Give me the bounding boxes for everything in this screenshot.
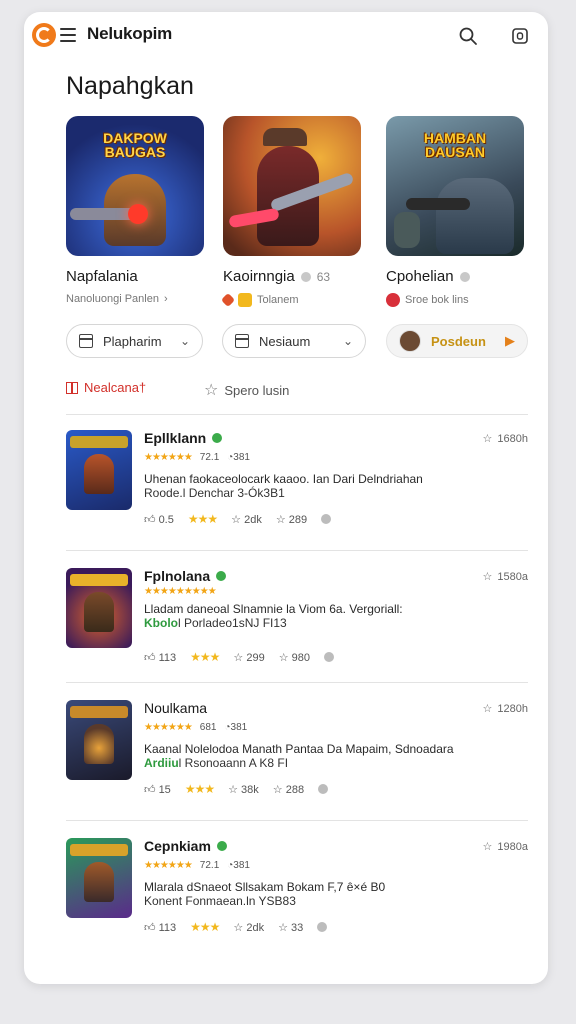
verified-icon bbox=[300, 271, 311, 282]
category-icon bbox=[79, 334, 93, 348]
rating-stars: ★★★ bbox=[187, 512, 218, 526]
rating-stars: ★★★★★★★★★ bbox=[144, 586, 217, 597]
item-description: Mlarala dSnaeot Sllsakam Bokam F,7 ê×é B… bbox=[144, 880, 386, 908]
list-item[interactable]: Cepnkiam ★★★★★★ 72.1 ◔381 Mlarala dSnaeot … bbox=[66, 838, 528, 948]
item-date[interactable]: ☆ 1580a bbox=[482, 570, 528, 584]
item-thumbnail[interactable] bbox=[66, 568, 132, 648]
verified-icon bbox=[216, 571, 227, 581]
art-title-text: DAKPOW BAUGAS bbox=[103, 130, 167, 160]
star-outline-icon: ☆ bbox=[233, 651, 244, 664]
item-stats: 👍︎ 15 ★★★ ☆ 38k ☆ 288 bbox=[144, 782, 329, 796]
item-thumbnail[interactable] bbox=[66, 430, 132, 510]
app-window: Nelukopim Napahgkan DAKPOW BAUGAS Napfal… bbox=[24, 12, 548, 984]
like-icon: 👍︎ bbox=[144, 513, 156, 526]
item-description: Lladam daneoal Slnamnie la Viom 6a. Verg… bbox=[144, 602, 403, 630]
rating-stars: ★★★ bbox=[190, 920, 220, 934]
list-item[interactable]: Fplnolana ★★★★★★★★★ Lladam daneoal Slnam… bbox=[66, 568, 528, 678]
item-description: Kaanal Nolelodoa Manath Pantaa Da Mapaim… bbox=[144, 742, 454, 770]
list-item[interactable]: Epllklann ★★★★★★ 72.1 ◔381 Uhenan faokaceo… bbox=[66, 430, 528, 540]
pin-icon: ☆ bbox=[482, 703, 493, 715]
item-stats: 👍︎ 0.5 ★★★ ☆ 2dk ☆ 289 bbox=[144, 512, 332, 526]
featured-art-3[interactable]: HAMBAN DAUSAN bbox=[386, 116, 524, 256]
more-dot-icon bbox=[318, 784, 329, 794]
item-stats: 👍︎ 113 ★★★ ☆ 2dk ☆ 33 bbox=[144, 920, 328, 934]
item-thumbnail[interactable] bbox=[66, 838, 132, 918]
featured-card-2[interactable]: Kaoirnngia 63 Tolanem bbox=[220, 116, 361, 308]
item-description: Uhenan faokaceolocark kaaoo. Ian Dari De… bbox=[144, 472, 423, 500]
star-outline-icon: ☆ bbox=[233, 921, 244, 934]
item-thumbnail[interactable] bbox=[66, 700, 132, 780]
section-title: Napahgkan bbox=[66, 72, 194, 100]
featured-name-3: Cpohelian bbox=[386, 268, 454, 285]
rating-stars: ★★★ bbox=[184, 782, 215, 796]
star-outline-icon: ☆ bbox=[272, 783, 283, 796]
bag-icon[interactable] bbox=[510, 25, 530, 45]
star-outline-icon: ☆ bbox=[228, 783, 238, 796]
app-logo-icon[interactable] bbox=[32, 23, 56, 47]
play-arrow-icon: ▶ bbox=[505, 333, 515, 348]
item-stats: 👍︎ 113 ★★★ ☆ 299 ☆ 980 bbox=[144, 650, 334, 664]
item-date[interactable]: ☆ 1280h bbox=[482, 702, 528, 716]
featured-card-1[interactable]: DAKPOW BAUGAS Napfalania Nanoluongi Panl… bbox=[66, 116, 204, 305]
featured-rating-2: 63 bbox=[316, 269, 331, 284]
record-icon bbox=[386, 293, 400, 307]
verified-icon bbox=[212, 433, 223, 443]
like-icon: 👍︎ bbox=[144, 651, 156, 664]
hamburger-menu-icon[interactable] bbox=[60, 28, 76, 42]
featured-name-1: Napfalania bbox=[66, 268, 138, 285]
star-outline-icon: ☆ bbox=[204, 382, 219, 399]
pin-icon: ☆ bbox=[482, 841, 493, 853]
verified-icon bbox=[459, 271, 470, 282]
featured-name-2: Kaoirnngia bbox=[223, 268, 295, 285]
art-title-text: HAMBAN DAUSAN bbox=[423, 130, 487, 160]
diamond-icon bbox=[220, 292, 236, 308]
tab-spero-lusin[interactable]: ☆ Spero lusin bbox=[204, 380, 289, 400]
divider bbox=[66, 682, 528, 683]
divider bbox=[66, 414, 528, 415]
featured-art-2[interactable] bbox=[223, 116, 361, 256]
avatar bbox=[399, 330, 421, 352]
rating-stars: ★★★★★★ bbox=[144, 860, 193, 871]
pin-icon: ☆ bbox=[482, 571, 493, 583]
filter-chip-1[interactable]: Plapharim ⌄ bbox=[66, 324, 203, 358]
verified-icon bbox=[216, 841, 227, 851]
rating-stars: ★★★★★★ bbox=[144, 452, 193, 463]
item-date[interactable]: ☆ 1680h bbox=[482, 432, 528, 446]
star-outline-icon: ☆ bbox=[278, 651, 289, 664]
pin-icon: ☆ bbox=[482, 433, 493, 445]
grid-icon bbox=[66, 381, 78, 394]
top-bar: Nelukopim bbox=[24, 12, 548, 58]
more-dot-icon bbox=[323, 652, 334, 662]
featured-meta-1: Nanoluongi Panlen bbox=[66, 293, 159, 305]
star-outline-icon: ☆ bbox=[231, 513, 242, 526]
rating-stars: ★★★ bbox=[190, 650, 220, 664]
chevron-down-icon: ⌄ bbox=[342, 334, 353, 348]
divider bbox=[66, 550, 528, 551]
like-icon: 👍︎ bbox=[144, 921, 156, 934]
featured-meta-2: Tolanem bbox=[257, 294, 299, 306]
more-dot-icon bbox=[317, 922, 328, 932]
chevron-right-icon: › bbox=[163, 293, 168, 305]
featured-card-3[interactable]: HAMBAN DAUSAN Cpohelian Sroe bok lins bbox=[386, 116, 524, 307]
star-outline-icon: ☆ bbox=[278, 921, 288, 934]
category-icon bbox=[235, 334, 249, 348]
coin-icon bbox=[238, 293, 252, 307]
tab-nealcana[interactable]: Nealcana† bbox=[66, 380, 146, 395]
search-icon[interactable] bbox=[458, 26, 478, 46]
chevron-down-icon: ⌄ bbox=[179, 334, 190, 348]
play-chip[interactable]: Posdeun ▶ bbox=[386, 324, 528, 358]
more-dot-icon bbox=[321, 514, 332, 524]
like-icon: 👍︎ bbox=[144, 783, 156, 796]
list-item[interactable]: Noulkama ★★★★★★ 681 ◔381 Kaanal Nolelodoa … bbox=[66, 700, 528, 810]
featured-art-1[interactable]: DAKPOW BAUGAS bbox=[66, 116, 204, 256]
divider bbox=[66, 820, 528, 821]
rating-stars: ★★★★★★ bbox=[144, 722, 193, 733]
item-date[interactable]: ☆ 1980a bbox=[482, 840, 528, 854]
app-title: Nelukopim bbox=[87, 24, 173, 43]
featured-meta-3: Sroe bok lins bbox=[405, 294, 469, 306]
filter-chip-2[interactable]: Nesiaum ⌄ bbox=[222, 324, 366, 358]
star-outline-icon: ☆ bbox=[275, 513, 286, 526]
